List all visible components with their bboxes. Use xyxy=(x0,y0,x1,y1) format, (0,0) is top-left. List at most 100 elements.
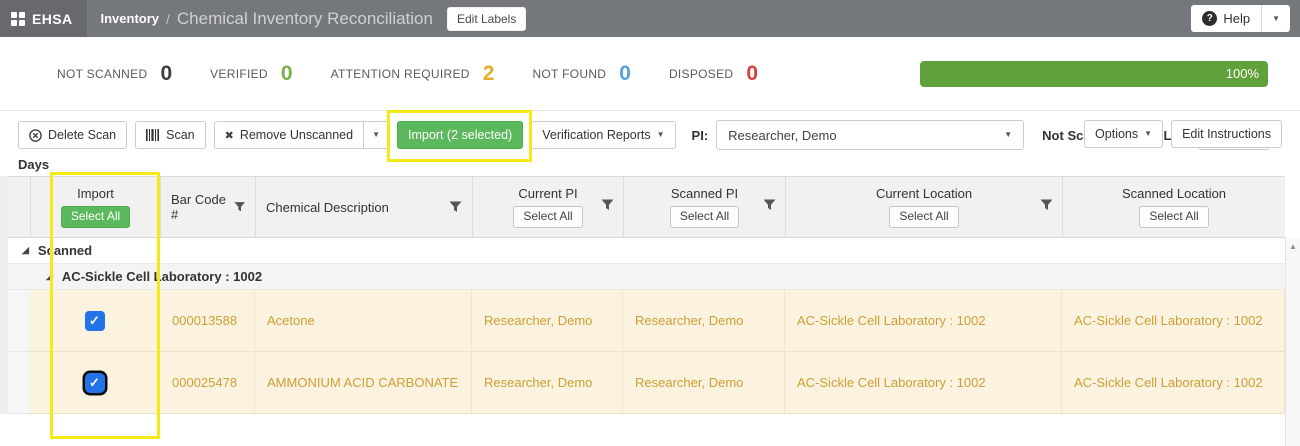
pi-selected-value: Researcher, Demo xyxy=(728,127,837,143)
circle-x-icon xyxy=(29,128,42,142)
counter-attention-required: ATTENTION REQUIRED 2 xyxy=(331,63,495,84)
filter-icon[interactable] xyxy=(763,199,776,211)
header-label: Bar Code # xyxy=(171,192,226,222)
header-scanned-location[interactable]: Scanned Location Select All xyxy=(1062,177,1285,237)
progress-percent: 100% xyxy=(1225,66,1259,81)
import-button[interactable]: Import (2 selected) xyxy=(397,121,524,149)
group-label: Scanned xyxy=(37,243,93,258)
current-location-select-all-button[interactable]: Select All xyxy=(889,206,959,228)
pi-select[interactable]: Researcher, Demo ▼ xyxy=(716,120,1025,150)
chevron-down-icon: ▼ xyxy=(1004,130,1013,139)
current-pi-select-all-button[interactable]: Select All xyxy=(513,206,583,228)
remove-unscanned-label: Remove Unscanned xyxy=(239,128,354,142)
row-scanned-location-cell: AC-Sickle Cell Laboratory : 1002 xyxy=(1062,290,1285,352)
counter-value: 0 xyxy=(746,62,759,85)
help-icon: ? xyxy=(1202,11,1218,26)
counter-label: ATTENTION REQUIRED xyxy=(330,66,470,81)
toolbar: Delete Scan Scan ✖ Remove Unscanned ▼ Im… xyxy=(0,110,1300,176)
grid-logo-icon xyxy=(11,11,25,26)
x-icon: ✖ xyxy=(224,129,234,142)
row-current-location-cell: AC-Sickle Cell Laboratory : 1002 xyxy=(785,352,1062,414)
edit-labels-button[interactable]: Edit Labels xyxy=(446,6,527,31)
row-chemical-cell: Acetone xyxy=(255,290,472,352)
group-label: AC-Sickle Cell Laboratory : 1002 xyxy=(61,269,263,284)
header-label: Chemical Description xyxy=(266,199,389,215)
chevron-down-icon: ▼ xyxy=(372,130,381,139)
header-current-pi[interactable]: Current PI Select All xyxy=(472,177,623,237)
counter-label: DISPOSED xyxy=(668,66,734,81)
row-import-cell: ✓ xyxy=(30,290,160,352)
row-scanned-pi-cell: Researcher, Demo xyxy=(623,290,785,352)
chevron-down-icon: ▼ xyxy=(1272,13,1280,23)
filter-icon[interactable] xyxy=(1040,199,1053,211)
barcode-icon xyxy=(146,129,160,141)
filter-icon[interactable] xyxy=(234,201,245,213)
scan-button[interactable]: Scan xyxy=(135,121,206,149)
row-import-cell: ✓ xyxy=(30,352,160,414)
options-button[interactable]: Options ▼ xyxy=(1084,120,1164,148)
header-current-location[interactable]: Current Location Select All xyxy=(785,177,1062,237)
app-logo[interactable]: EHSA xyxy=(0,0,87,37)
grid-header-row: Import Select All Bar Code # Chemical De… xyxy=(8,176,1285,238)
group-row-scanned[interactable]: ◢ Scanned xyxy=(8,238,1285,264)
scanned-location-select-all-button[interactable]: Select All xyxy=(1139,206,1209,228)
pi-label: PI: xyxy=(691,127,709,143)
collapse-triangle-icon[interactable]: ◢ xyxy=(22,246,29,255)
verification-reports-label: Verification Reports xyxy=(542,128,651,142)
row-current-pi-cell: Researcher, Demo xyxy=(472,352,623,414)
counter-value: 0 xyxy=(619,62,631,85)
collapse-triangle-icon[interactable]: ◢ xyxy=(46,272,53,281)
counter-value: 2 xyxy=(482,62,495,85)
scan-label: Scan xyxy=(166,128,195,142)
chevron-down-icon: ▼ xyxy=(656,130,665,139)
page-title: Chemical Inventory Reconciliation xyxy=(176,8,433,28)
counter-not-scanned: NOT SCANNED 0 xyxy=(57,63,172,84)
options-label: Options xyxy=(1095,127,1139,141)
remove-unscanned-dropdown-button[interactable]: ▼ xyxy=(364,121,390,149)
breadcrumb-section[interactable]: Inventory xyxy=(101,11,160,26)
row-barcode-cell: 000025478 xyxy=(160,352,255,414)
counter-label: NOT FOUND xyxy=(532,66,607,81)
counter-verified: VERIFIED 0 xyxy=(210,63,292,84)
scroll-up-icon[interactable]: ▲ xyxy=(1289,242,1297,446)
scanned-pi-select-all-button[interactable]: Select All xyxy=(669,206,740,228)
import-checkbox[interactable]: ✓ xyxy=(84,310,105,331)
help-dropdown-button[interactable]: ▼ xyxy=(1262,5,1290,32)
row-scanned-location-cell: AC-Sickle Cell Laboratory : 1002 xyxy=(1062,352,1285,414)
progress-bar: 100% xyxy=(920,60,1268,87)
delete-scan-label: Delete Scan xyxy=(48,128,117,142)
help-label: Help xyxy=(1223,11,1251,26)
help-button[interactable]: ? Help xyxy=(1191,5,1263,32)
header-chemical-description[interactable]: Chemical Description xyxy=(255,177,472,237)
filter-icon[interactable] xyxy=(449,201,462,213)
header-import: Import Select All xyxy=(30,177,160,237)
counter-not-found: NOT FOUND 0 xyxy=(532,63,631,84)
import-checkbox[interactable]: ✓ xyxy=(84,372,105,393)
days-label: Days xyxy=(18,157,50,172)
top-bar: EHSA Inventory / Chemical Inventory Reco… xyxy=(0,0,1300,37)
edit-instructions-button[interactable]: Edit Instructions xyxy=(1171,120,1282,148)
header-scanned-pi[interactable]: Scanned PI Select All xyxy=(623,177,785,237)
toolbar-right-group: Options ▼ Edit Instructions xyxy=(1084,120,1282,148)
verification-reports-button[interactable]: Verification Reports ▼ xyxy=(531,121,676,149)
import-select-all-button[interactable]: Select All xyxy=(60,206,131,228)
summary-band: NOT SCANNED 0 VERIFIED 0 ATTENTION REQUI… xyxy=(0,37,1300,110)
remove-unscanned-button[interactable]: ✖ Remove Unscanned xyxy=(213,121,365,149)
header-label: Current PI xyxy=(518,186,578,202)
help-button-group: ? Help ▼ xyxy=(1191,5,1290,32)
vertical-scrollbar[interactable]: ▲ xyxy=(1285,238,1300,446)
breadcrumb-separator: / xyxy=(166,10,170,27)
header-label: Scanned PI xyxy=(670,186,739,202)
row-chemical-cell: AMMONIUM ACID CARBONATE xyxy=(255,352,472,414)
delete-scan-button[interactable]: Delete Scan xyxy=(18,121,128,149)
filter-icon[interactable] xyxy=(601,199,614,211)
table-row: ✓ 000025478 AMMONIUM ACID CARBONATE Rese… xyxy=(8,352,1285,414)
header-bar-code[interactable]: Bar Code # xyxy=(160,177,255,237)
table-row: ✓ 000013588 Acetone Researcher, Demo Res… xyxy=(8,290,1285,352)
counter-disposed: DISPOSED 0 xyxy=(669,63,758,84)
inventory-grid: Import Select All Bar Code # Chemical De… xyxy=(0,176,1285,414)
chevron-down-icon: ▼ xyxy=(1144,129,1153,138)
row-scanned-pi-cell: Researcher, Demo xyxy=(623,352,785,414)
group-row-laboratory[interactable]: ◢ AC-Sickle Cell Laboratory : 1002 xyxy=(8,264,1285,290)
counter-label: NOT SCANNED xyxy=(57,66,148,81)
